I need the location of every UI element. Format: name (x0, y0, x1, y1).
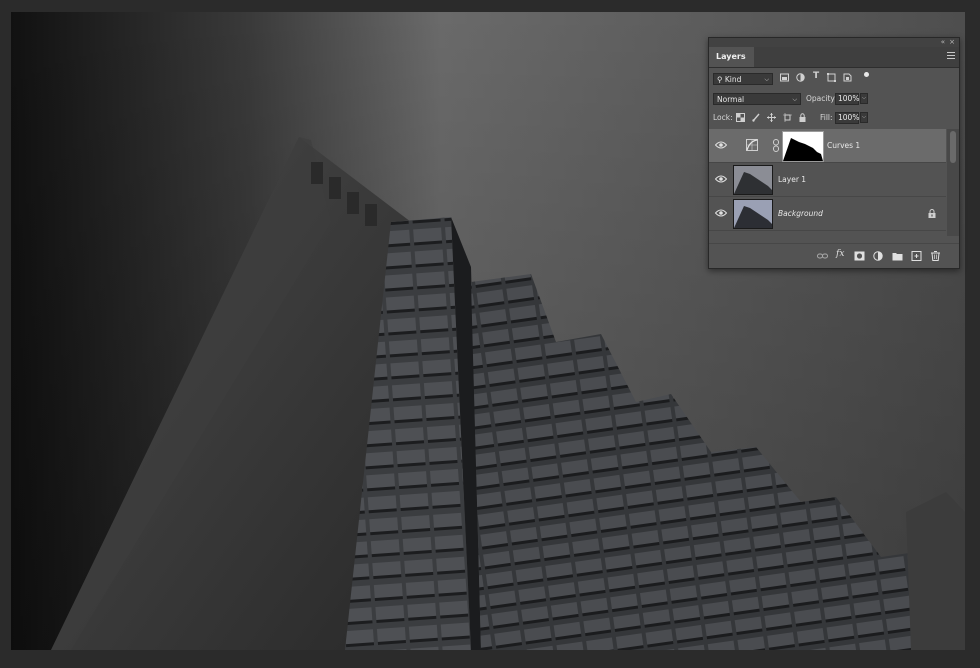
layer-mask-thumbnail[interactable] (782, 131, 824, 162)
layer-row-layer-1[interactable]: Layer 1 (709, 163, 946, 197)
close-icon[interactable]: × (949, 38, 955, 47)
layers-footer-toolbar: fx (709, 243, 959, 268)
lock-icon[interactable] (928, 209, 936, 218)
filter-kind-dropdown[interactable]: ⚲ Kind ⌵ (713, 73, 773, 85)
fill-chevron-icon[interactable]: ⌵ (860, 112, 868, 123)
layer-row-background[interactable]: Background (709, 197, 946, 231)
filter-shape-icon[interactable] (827, 73, 836, 82)
opacity-input[interactable]: 100% (835, 93, 859, 105)
link-layers-icon[interactable] (817, 251, 828, 261)
search-icon: ⚲ (717, 75, 723, 84)
new-layer-icon[interactable] (911, 251, 922, 261)
blend-mode-dropdown[interactable]: Normal ⌵ (713, 93, 801, 105)
filter-kind-label: Kind (724, 75, 742, 84)
opacity-chevron-icon[interactable]: ⌵ (860, 93, 868, 104)
collapse-icon[interactable]: « (941, 38, 945, 47)
lock-image-pixels-icon[interactable] (752, 113, 761, 122)
panel-menu-icon[interactable] (947, 52, 955, 60)
fill-label: Fill: (820, 113, 833, 122)
filter-type-icon[interactable]: T (813, 71, 822, 81)
filter-smart-object-icon[interactable] (843, 73, 852, 82)
curves-adjustment-icon (746, 139, 758, 151)
lock-all-icon[interactable] (798, 113, 807, 122)
lock-label: Lock: (713, 113, 733, 122)
chain-link-icon[interactable] (772, 139, 780, 152)
filter-row: ⚲ Kind ⌵ T (709, 68, 959, 90)
layer-thumbnail (733, 165, 773, 195)
lock-row: Lock: Fill: 100% ⌵ (709, 109, 959, 128)
blend-mode-label: Normal (717, 95, 745, 104)
fx-icon[interactable]: fx (836, 249, 847, 259)
fill-input[interactable]: 100% (835, 112, 859, 124)
chevron-down-icon: ⌵ (792, 96, 797, 103)
layer-name[interactable]: Curves 1 (827, 141, 860, 150)
lock-position-icon[interactable] (767, 113, 776, 122)
filter-pixel-icon[interactable] (780, 73, 789, 82)
layer-row-curves-1[interactable]: Curves 1 (709, 129, 946, 163)
layer-name[interactable]: Background (778, 209, 823, 218)
layers-panel: « × Layers ⚲ Kind ⌵ T Normal ⌵ Opacity: … (708, 37, 960, 269)
visibility-eye-icon[interactable] (715, 140, 727, 150)
folder-icon[interactable] (892, 251, 903, 261)
visibility-eye-icon[interactable] (715, 174, 727, 184)
filter-toggle-icon[interactable] (864, 72, 869, 77)
tab-layers[interactable]: Layers (709, 47, 754, 67)
trash-icon[interactable] (930, 251, 941, 261)
opacity-label: Opacity: (806, 94, 837, 103)
blend-row: Normal ⌵ Opacity: 100% ⌵ (709, 90, 959, 109)
chevron-down-icon: ⌵ (764, 76, 769, 83)
filter-adjustment-icon[interactable] (796, 73, 805, 82)
layer-name[interactable]: Layer 1 (778, 175, 806, 184)
lock-transparent-pixels-icon[interactable] (736, 113, 745, 122)
layers-scrollbar[interactable] (947, 129, 959, 236)
panel-title-bar: « × (709, 38, 959, 47)
layer-thumbnail (733, 199, 773, 229)
add-mask-icon[interactable] (854, 251, 865, 261)
panel-tab-row: Layers (709, 47, 959, 68)
layers-list: Curves 1 Layer 1 Background (709, 129, 959, 236)
adjustment-layer-icon[interactable] (873, 251, 884, 261)
visibility-eye-icon[interactable] (715, 208, 727, 218)
lock-artboard-icon[interactable] (783, 113, 792, 122)
